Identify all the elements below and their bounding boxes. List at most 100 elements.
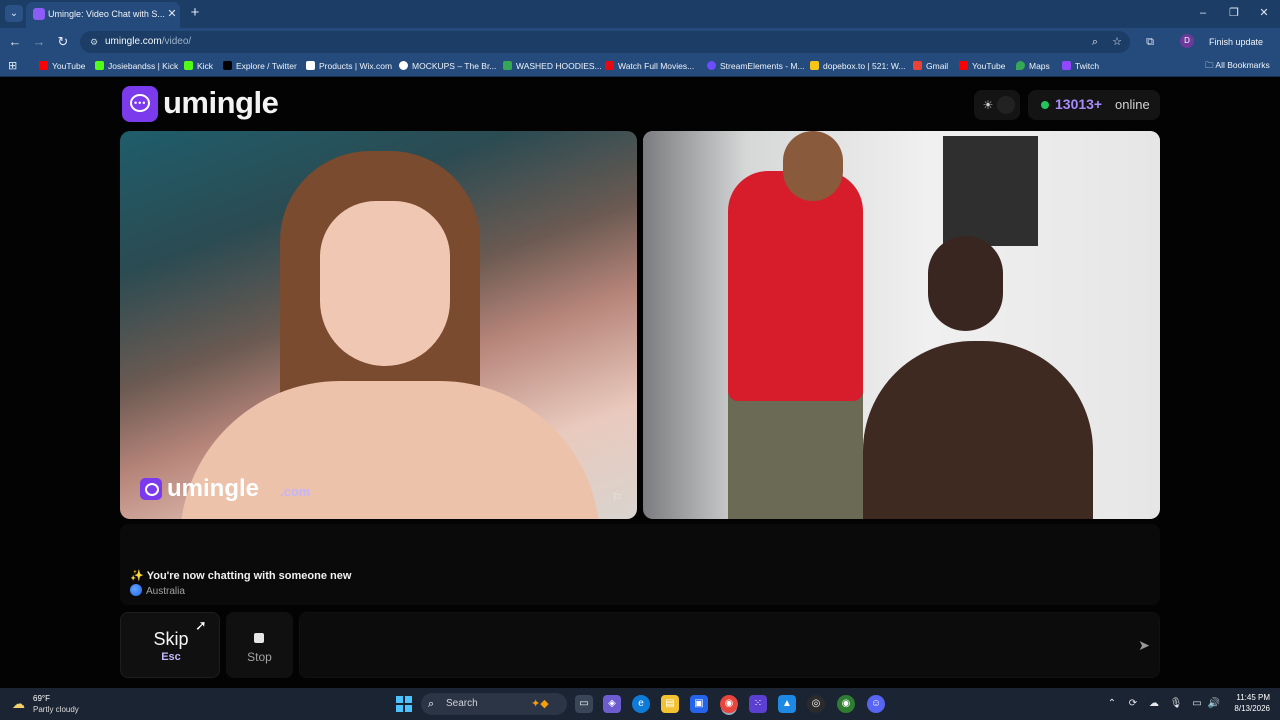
- apps-grid-icon[interactable]: ⊞: [8, 60, 20, 72]
- profile-avatar[interactable]: D: [1180, 34, 1194, 48]
- report-flag-icon[interactable]: ⚐: [610, 491, 624, 505]
- bookmark-label: Gmail: [926, 61, 949, 71]
- weather-condition[interactable]: Partly cloudy: [33, 705, 79, 714]
- bookmark-label: StreamElements - M...: [720, 61, 805, 71]
- site-info-icon[interactable]: ⚙: [88, 36, 100, 48]
- onedrive-cloud-icon[interactable]: ☁: [1147, 697, 1161, 711]
- minimize-icon[interactable]: –: [1195, 6, 1211, 20]
- url-text[interactable]: umingle.com/video/: [105, 36, 191, 47]
- chrome-profile-icon[interactable]: ◉: [837, 695, 855, 713]
- bookmark-label: WASHED HOODIES...: [516, 61, 602, 71]
- skip-shortcut: Esc: [161, 651, 181, 663]
- umingle-logo-icon[interactable]: •••: [122, 86, 158, 122]
- streamelements-icon: [707, 61, 716, 70]
- bookmark-youtube[interactable]: YouTube: [39, 60, 85, 73]
- bookmark-wix[interactable]: Products | Wix.com: [306, 60, 392, 73]
- edge-icon[interactable]: e: [632, 695, 650, 713]
- new-tab-plus-icon[interactable]: +: [188, 4, 202, 22]
- maps-pin-icon: [1016, 61, 1025, 70]
- bookmark-label: YouTube: [52, 61, 86, 71]
- movie-icon: [605, 61, 614, 70]
- clock-time[interactable]: 11:45 PM: [1232, 693, 1270, 702]
- restore-icon[interactable]: ❐: [1226, 6, 1242, 20]
- browser-toolbar: ← → ↻ ⚙ umingle.com/video/ ⌕ ☆ ⧉ D Finis…: [0, 28, 1280, 65]
- video-room-monitor: [943, 136, 1038, 246]
- task-view-icon[interactable]: ▭: [575, 695, 593, 713]
- forward-arrow-icon[interactable]: →: [31, 34, 47, 50]
- microphone-icon[interactable]: 🎙: [1169, 697, 1183, 711]
- globe-icon: [130, 584, 142, 596]
- photos-icon[interactable]: ▲: [778, 695, 796, 713]
- stop-button[interactable]: Stop: [226, 612, 293, 678]
- obs-icon[interactable]: ◎: [807, 695, 825, 713]
- search-label: Search: [446, 698, 478, 709]
- video-figure-shirt: [728, 171, 863, 401]
- tab-search-chevron-icon[interactable]: ⌄: [5, 5, 23, 22]
- bookmark-youtube-2[interactable]: YouTube: [959, 60, 1005, 73]
- taskbar-search[interactable]: ⌕ Search ✦◆: [421, 693, 567, 715]
- bookmark-josiebandss-kick[interactable]: Josiebandss | Kick: [95, 60, 178, 73]
- volume-icon[interactable]: 🔊: [1207, 697, 1221, 711]
- search-icon: ⌕: [428, 698, 435, 710]
- bookmark-dopebox[interactable]: dopebox.to | 521: W...: [810, 60, 906, 73]
- system-message-text: You're now chatting with someone new: [146, 570, 352, 582]
- store-icon[interactable]: ▣: [690, 695, 708, 713]
- wix-icon: [306, 61, 315, 70]
- online-counter: 13013+ online: [1028, 90, 1160, 120]
- bookmark-maps[interactable]: Maps: [1016, 60, 1050, 73]
- back-arrow-icon[interactable]: ←: [7, 34, 23, 50]
- system-message: ✨ You're now chatting with someone new: [130, 569, 351, 582]
- windows-start-icon[interactable]: [396, 696, 412, 712]
- theme-toggle[interactable]: ☀: [974, 90, 1020, 120]
- bookmark-watch-movies[interactable]: Watch Full Movies...: [605, 60, 694, 73]
- dopebox-icon: [810, 61, 819, 70]
- weather-temperature[interactable]: 69°F: [33, 694, 50, 703]
- bookmark-gmail[interactable]: Gmail: [913, 60, 948, 73]
- all-bookmarks-folder[interactable]: 🗀 All Bookmarks: [1205, 60, 1270, 74]
- address-bar[interactable]: ⚙ umingle.com/video/ ⌕ ☆: [80, 31, 1130, 53]
- mouse-cursor-icon: ➚: [195, 617, 207, 633]
- online-count: 13013+: [1055, 96, 1103, 112]
- bookmark-washed-hoodies[interactable]: WASHED HOODIES...: [503, 60, 602, 73]
- country-label: Australia: [146, 586, 185, 597]
- bookmark-streamelements[interactable]: StreamElements - M...: [707, 60, 805, 73]
- network-icon[interactable]: ▭: [1190, 697, 1204, 711]
- clock-date[interactable]: 8/13/2026: [1226, 704, 1270, 713]
- tray-app-icon[interactable]: ⟳: [1126, 697, 1140, 711]
- extensions-puzzle-icon[interactable]: ⧉: [1143, 35, 1157, 49]
- chrome-icon[interactable]: ◉: [720, 695, 738, 713]
- bookmark-label: Twitch: [1075, 61, 1100, 71]
- site-logo-text[interactable]: umingle: [163, 85, 279, 121]
- bookmark-label: Watch Full Movies...: [618, 61, 695, 71]
- window-close-icon[interactable]: ✕: [1256, 6, 1272, 20]
- bookmark-twitch[interactable]: Twitch: [1062, 60, 1099, 73]
- watermark-tld: .com: [280, 484, 311, 499]
- zoom-icon[interactable]: ⌕: [1088, 35, 1102, 49]
- file-explorer-icon[interactable]: ▤: [661, 695, 679, 713]
- tab-title: Umingle: Video Chat with S...: [48, 9, 165, 19]
- stop-square-icon: [254, 633, 264, 643]
- copilot-icon[interactable]: ◈: [603, 695, 621, 713]
- bookmark-label: Josiebandss | Kick: [108, 61, 179, 71]
- bookmark-twitter[interactable]: Explore / Twitter: [223, 60, 297, 73]
- kick-icon: [184, 61, 193, 70]
- x-icon: [223, 61, 232, 70]
- bookmark-kick[interactable]: Kick: [184, 60, 213, 73]
- discord-icon[interactable]: ☺: [867, 695, 885, 713]
- bookmark-star-icon[interactable]: ☆: [1110, 35, 1124, 49]
- umingle-watermark-icon: [140, 478, 162, 500]
- sun-icon: ☀: [982, 98, 994, 112]
- bookmark-mockups[interactable]: MOCKUPS – The Br...: [399, 60, 496, 73]
- twitch-icon: [1062, 61, 1071, 70]
- send-icon[interactable]: ➤: [1135, 636, 1153, 654]
- browser-tab-active[interactable]: Umingle: Video Chat with S... ✕: [26, 2, 180, 28]
- message-input[interactable]: [299, 612, 1160, 678]
- tray-overflow-chevron-icon[interactable]: ⌃: [1105, 697, 1119, 711]
- stop-label: Stop: [247, 650, 272, 664]
- app-grid-icon[interactable]: ⁙: [749, 695, 767, 713]
- kick-icon: [95, 61, 104, 70]
- tab-close-icon[interactable]: ✕: [166, 7, 178, 21]
- reload-icon[interactable]: ↻: [55, 34, 71, 50]
- finish-update-button[interactable]: Finish update ⋮: [1203, 33, 1273, 65]
- partly-cloudy-icon[interactable]: ☁: [12, 696, 28, 712]
